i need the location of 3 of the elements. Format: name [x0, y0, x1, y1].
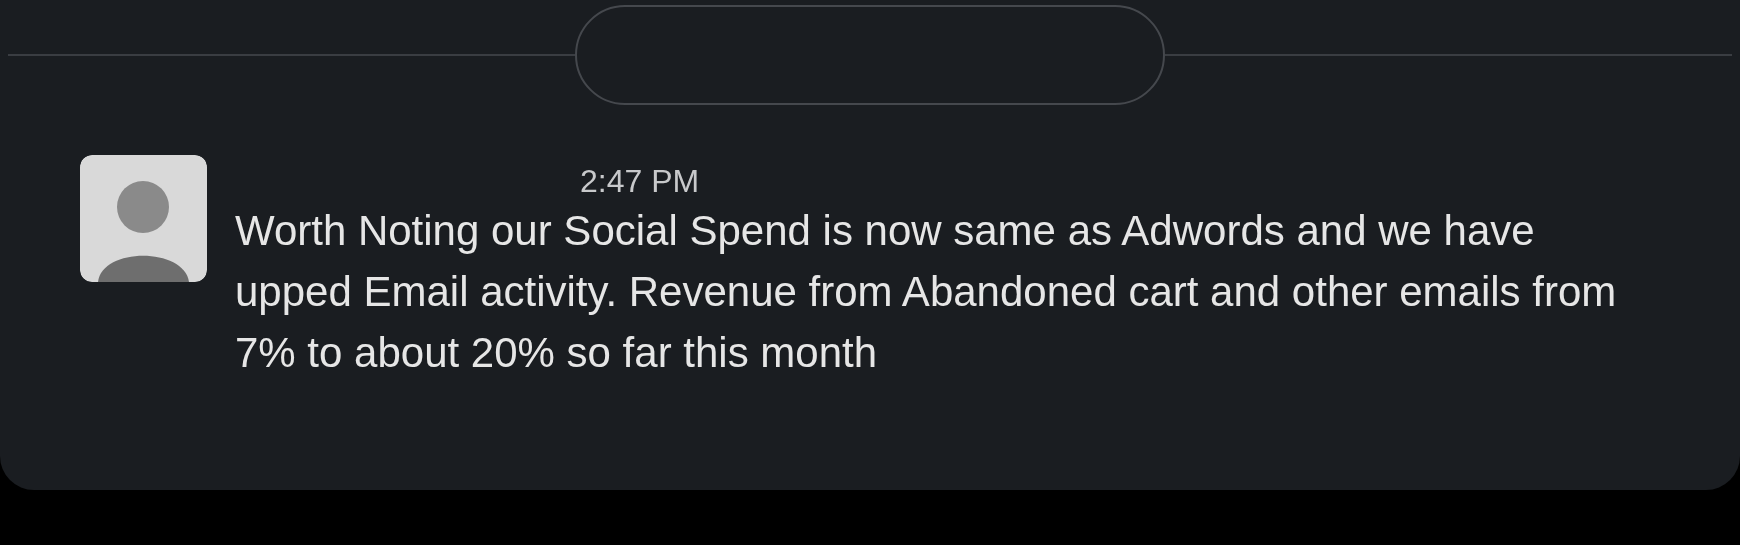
message-time: 2:47 PM	[580, 163, 701, 200]
avatar-icon[interactable]	[80, 155, 207, 282]
message-text: Worth Noting our Social Spend is now same as Adwords and we have upped Email activity. Revenue from Abandoned cart and other emails from 7% to about 20% so far this month	[235, 206, 1618, 378]
